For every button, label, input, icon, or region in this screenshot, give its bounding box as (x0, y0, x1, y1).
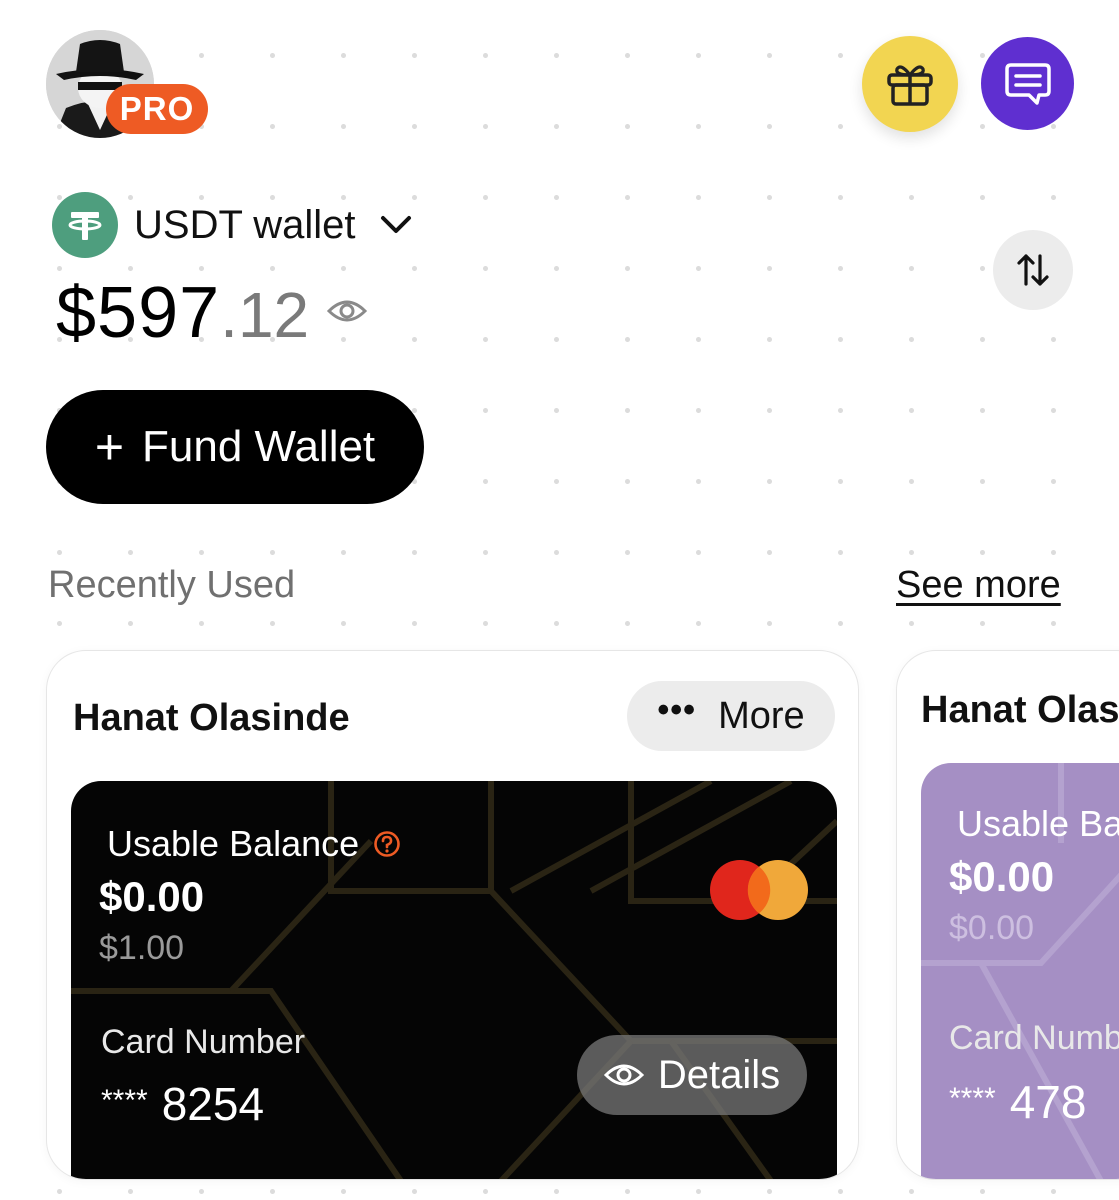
card-item[interactable]: Hanat Olas Usable Ba $0.00 $0.00 Card Nu… (896, 650, 1119, 1180)
balance-cents: .12 (220, 279, 310, 351)
wallet-selector[interactable]: USDT wallet (52, 190, 412, 260)
card-holder-name: Hanat Olasinde (73, 697, 350, 739)
gift-icon (887, 65, 933, 106)
usable-balance-label: Usable Balance (107, 823, 401, 865)
virtual-card[interactable]: Usable Balance $0.00 $1.00 Card Number *… (71, 781, 837, 1179)
pro-badge: PRO (106, 84, 208, 134)
more-dots-icon: ••• (657, 690, 697, 729)
card-item[interactable]: Hanat Olasinde ••• More Usable Balance $… (46, 650, 859, 1180)
swap-button[interactable] (993, 230, 1073, 310)
card-limit: $0.00 (949, 909, 1035, 947)
virtual-card[interactable]: Usable Ba $0.00 $0.00 Card Numb **** 478 (921, 763, 1119, 1179)
balance-main: $597 (56, 273, 221, 353)
fund-wallet-label: Fund Wallet (142, 422, 376, 471)
usable-amount: $0.00 (949, 853, 1055, 900)
mastercard-icon (710, 860, 808, 920)
tether-icon (52, 192, 118, 258)
card-holder-name: Hanat Olas (921, 689, 1119, 731)
more-label: More (718, 694, 805, 737)
details-label: Details (657, 1052, 781, 1097)
wallet-balance: $597 .12 (56, 272, 368, 354)
eye-icon (603, 1061, 644, 1089)
card-number-label: Card Numb (949, 1019, 1119, 1057)
details-button[interactable]: Details (577, 1035, 807, 1115)
see-more-link[interactable]: See more (896, 564, 1061, 607)
usable-amount: $0.00 (99, 873, 205, 920)
card-number: **** 8254 (101, 1078, 265, 1130)
fund-wallet-button[interactable]: + Fund Wallet (46, 390, 424, 504)
chevron-down-icon (380, 215, 412, 235)
card-limit: $1.00 (99, 929, 185, 967)
usable-balance-label: Usable Ba (957, 803, 1119, 844)
swap-arrows-icon (1017, 254, 1049, 286)
eye-icon[interactable] (327, 297, 368, 330)
card-number-label: Card Number (101, 1023, 306, 1061)
plus-icon: + (94, 419, 125, 475)
card-number: **** 478 (949, 1076, 1087, 1128)
wallet-name: USDT wallet (134, 202, 356, 247)
help-icon[interactable] (373, 830, 401, 858)
gift-button[interactable] (862, 36, 958, 132)
more-button[interactable]: ••• More (627, 681, 835, 751)
chat-icon (1004, 62, 1051, 105)
chat-button[interactable] (981, 37, 1074, 130)
section-title: Recently Used (48, 564, 296, 606)
